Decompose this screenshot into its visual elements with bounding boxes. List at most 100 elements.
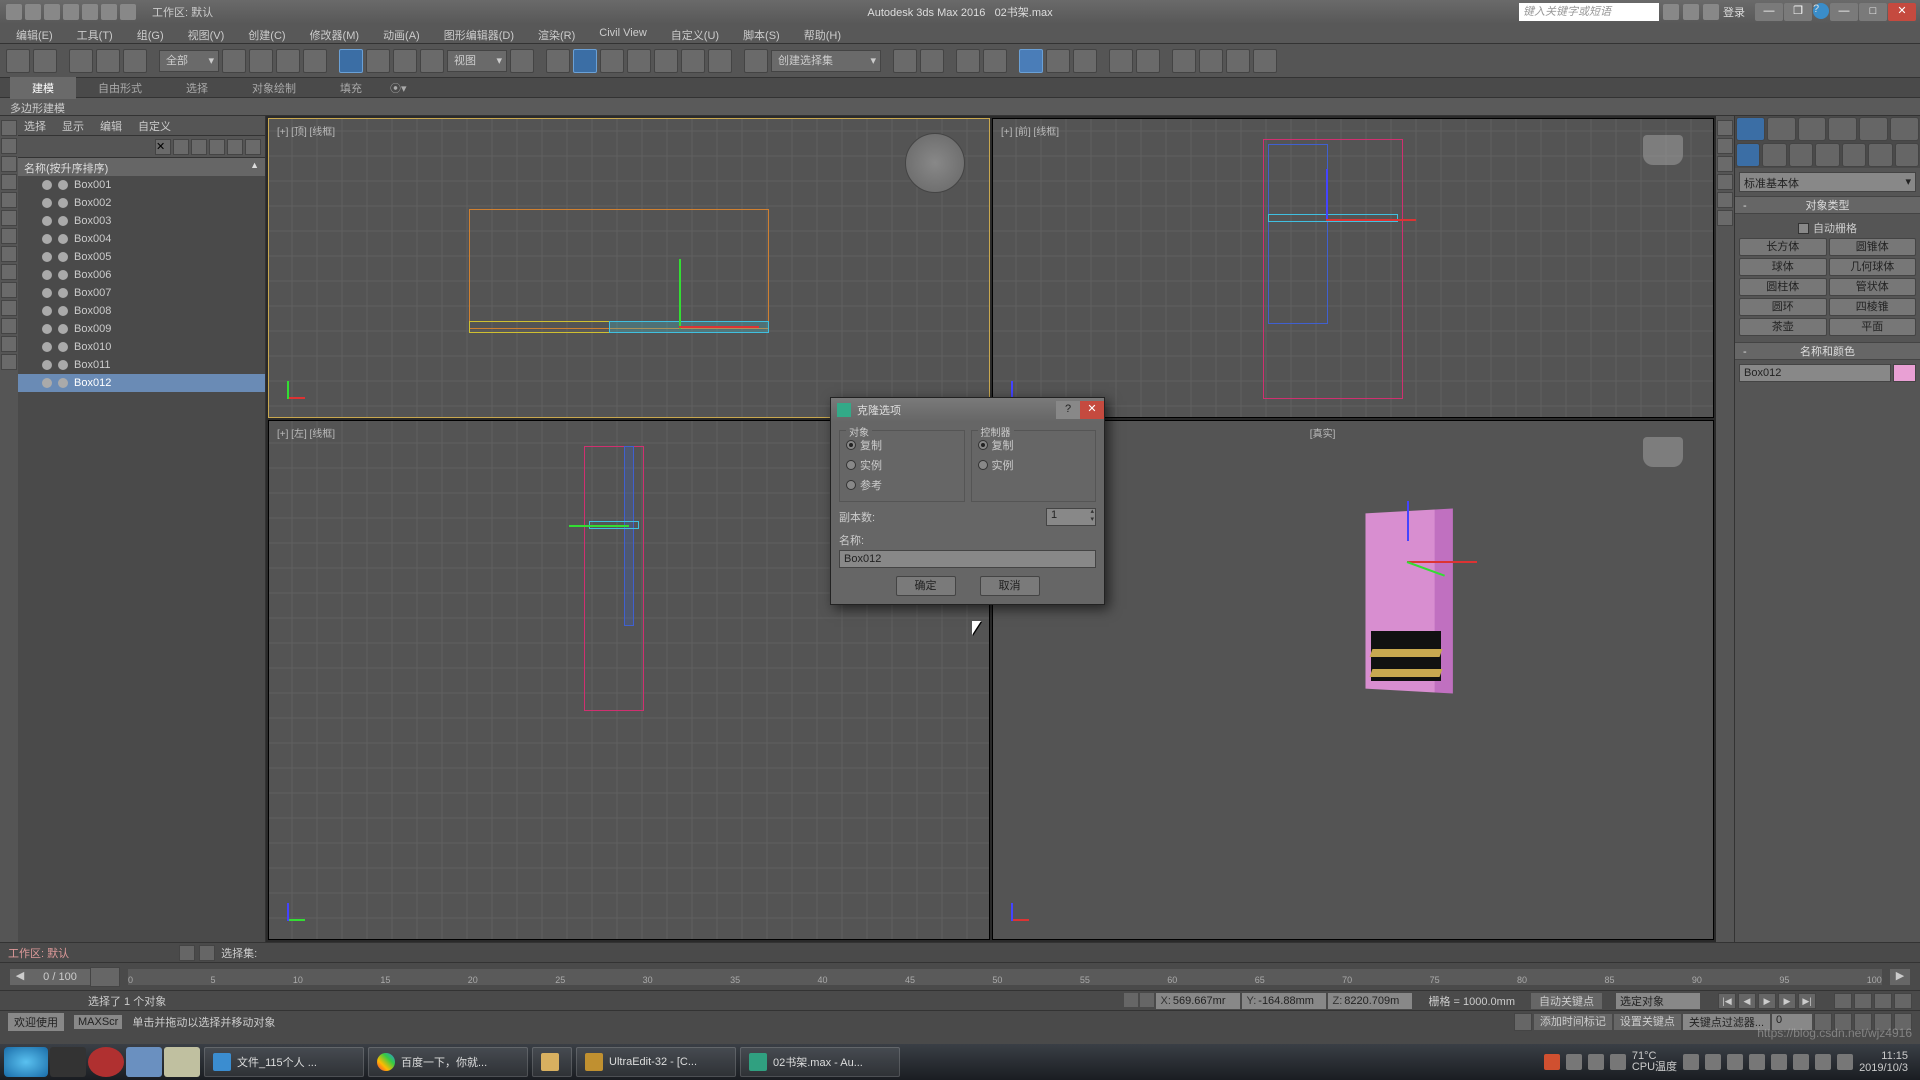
goto-start-button[interactable]: |◀ — [1718, 993, 1736, 1009]
ribbon-tab-select[interactable]: 选择 — [164, 77, 230, 99]
pinned-app-icon[interactable] — [164, 1047, 200, 1077]
subtab-cam-icon[interactable] — [1815, 143, 1839, 167]
rollout-name-color[interactable]: 名称和颜色 — [1735, 342, 1920, 360]
goto-end-button[interactable]: ▶| — [1798, 993, 1816, 1009]
align-button[interactable] — [920, 49, 944, 73]
window-crossing-button[interactable] — [303, 49, 327, 73]
subtab-helper-icon[interactable] — [1842, 143, 1866, 167]
se-filter-icon[interactable] — [209, 139, 225, 155]
doc-minimize-button[interactable]: — — [1755, 3, 1783, 21]
tray-icon[interactable] — [1771, 1054, 1787, 1070]
nav-zoom-icon[interactable] — [1834, 993, 1852, 1009]
se-tab-edit[interactable]: 编辑 — [100, 118, 122, 133]
visibility-icon[interactable] — [42, 270, 52, 280]
primitive-tube-button[interactable]: 管状体 — [1829, 278, 1917, 296]
viewport-label[interactable]: [+] [左] [线框] — [277, 425, 335, 440]
category-dropdown[interactable]: 标准基本体 — [1739, 172, 1916, 192]
scale-button[interactable] — [393, 49, 417, 73]
login-link[interactable]: 登录 — [1723, 4, 1745, 20]
subtab-geom-icon[interactable] — [1736, 143, 1760, 167]
menu-edit[interactable]: 编辑(E) — [4, 24, 65, 43]
timeline-scroll-left[interactable]: ◀ — [10, 969, 30, 985]
visibility-icon[interactable] — [42, 252, 52, 262]
lock2-icon[interactable] — [1140, 993, 1154, 1007]
clone-name-input[interactable] — [839, 550, 1096, 568]
ribbon-toggle-icon[interactable]: ⦿▾ — [384, 77, 413, 99]
dialog-close-button[interactable]: ✕ — [1080, 401, 1104, 419]
script-icon[interactable] — [1514, 1013, 1532, 1031]
tray-icon[interactable] — [1705, 1054, 1721, 1070]
link-button[interactable] — [69, 49, 93, 73]
axis-snap-button[interactable] — [681, 49, 705, 73]
se-column-header[interactable]: 名称(按升序排序) — [18, 158, 265, 176]
viewport-front[interactable]: [+] [前] [线框] — [992, 118, 1714, 418]
taskbar-item[interactable]: 02书架.max - Au... — [740, 1047, 900, 1077]
doc-restore-button[interactable]: ❐ — [1784, 3, 1812, 21]
se-filter-icon[interactable] — [191, 139, 207, 155]
freeze-icon[interactable] — [58, 216, 68, 226]
se-tab-select[interactable]: 选择 — [24, 118, 46, 133]
object-color-swatch[interactable] — [1893, 364, 1916, 382]
visibility-icon[interactable] — [42, 324, 52, 334]
strip-icon[interactable] — [1, 138, 17, 154]
minimize-button[interactable]: — — [1830, 3, 1858, 21]
snap-5-button[interactable] — [708, 49, 732, 73]
tray-icon[interactable] — [1683, 1054, 1699, 1070]
play-button[interactable]: ▶ — [1758, 993, 1776, 1009]
new-icon[interactable] — [25, 4, 41, 20]
visibility-icon[interactable] — [42, 306, 52, 316]
ref-coord-dropdown[interactable]: 视图 — [447, 50, 507, 72]
copies-spinner[interactable]: 1 — [1046, 508, 1096, 526]
start-button[interactable] — [4, 1047, 48, 1077]
tray-icon[interactable] — [1544, 1054, 1560, 1070]
strip-icon[interactable] — [1, 264, 17, 280]
rollout-object-type[interactable]: 对象类型 — [1735, 196, 1920, 214]
app-icon[interactable] — [6, 4, 22, 20]
render-activeshade-button[interactable] — [1226, 49, 1250, 73]
se-tab-custom[interactable]: 自定义 — [138, 118, 171, 133]
pinned-app-icon[interactable] — [50, 1047, 86, 1077]
scene-explorer-button[interactable] — [983, 49, 1007, 73]
star-icon[interactable] — [1703, 4, 1719, 20]
visibility-icon[interactable] — [42, 216, 52, 226]
tab-modify-icon[interactable] — [1767, 117, 1796, 141]
tab-utilities-icon[interactable] — [1890, 117, 1919, 141]
pivot-button[interactable] — [510, 49, 534, 73]
render-iter-button[interactable] — [1199, 49, 1223, 73]
mat-editor-button[interactable] — [1073, 49, 1097, 73]
visibility-icon[interactable] — [42, 180, 52, 190]
tray-icon[interactable] — [1727, 1054, 1743, 1070]
tab-hierarchy-icon[interactable] — [1798, 117, 1827, 141]
nav-zoomall-icon[interactable] — [1854, 993, 1872, 1009]
menu-graph[interactable]: 图形编辑器(D) — [432, 24, 526, 43]
menu-render[interactable]: 渲染(R) — [526, 24, 587, 43]
radio-reference[interactable]: 参考 — [846, 475, 958, 495]
save-icon[interactable] — [63, 4, 79, 20]
se-filter-icon[interactable] — [245, 139, 261, 155]
se-filter-icon[interactable] — [227, 139, 243, 155]
tray-icon[interactable] — [1566, 1054, 1582, 1070]
tray-icon[interactable] — [1793, 1054, 1809, 1070]
ribbon-panel-label[interactable]: 多边形建模 — [0, 98, 1920, 116]
se-close-icon[interactable]: ✕ — [155, 139, 171, 155]
maxscript-label[interactable]: MAXScr — [74, 1015, 122, 1029]
percent-snap-button[interactable] — [627, 49, 651, 73]
edit-named-selection-button[interactable] — [744, 49, 768, 73]
rotate-button[interactable] — [366, 49, 390, 73]
freeze-icon[interactable] — [58, 306, 68, 316]
primitive-torus-button[interactable]: 圆环 — [1739, 298, 1827, 316]
primitive-teapot-button[interactable]: 茶壶 — [1739, 318, 1827, 336]
workspace-label[interactable]: 工作区: 默认 — [152, 4, 213, 20]
selset-icon[interactable] — [199, 945, 215, 961]
render-cloud-button[interactable] — [1253, 49, 1277, 73]
coord-z-input[interactable]: Z:8220.709m — [1328, 993, 1412, 1009]
strip-icon[interactable] — [1, 246, 17, 262]
strip-icon[interactable] — [1, 174, 17, 190]
strip-icon[interactable] — [1, 120, 17, 136]
select-rect-button[interactable] — [276, 49, 300, 73]
snap-toggle-button[interactable] — [573, 49, 597, 73]
selection-filter-dropdown[interactable]: 全部 — [159, 50, 219, 72]
viewport-label[interactable]: [+] [前] [线框] — [1001, 123, 1059, 138]
viewcube-icon[interactable] — [905, 133, 965, 193]
schematic-button[interactable] — [1046, 49, 1070, 73]
